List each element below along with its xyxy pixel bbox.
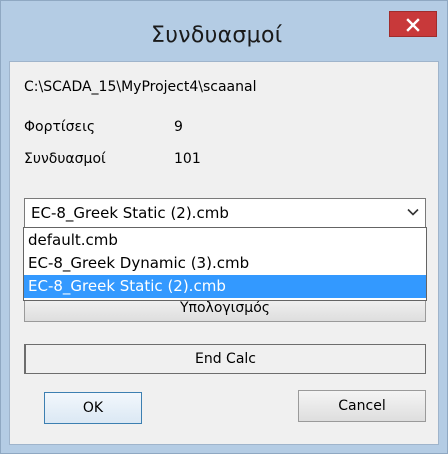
loads-value: 9 bbox=[174, 119, 183, 135]
loads-label: Φορτίσεις bbox=[24, 119, 96, 135]
combinations-value: 101 bbox=[174, 151, 201, 167]
combo-dropdown-list: default.cmb EC-8_Greek Dynamic (3).cmb E… bbox=[23, 227, 427, 301]
dropdown-option[interactable]: EC-8_Greek Dynamic (3).cmb bbox=[24, 252, 426, 275]
title-bar[interactable]: Συνδυασμοί bbox=[1, 1, 447, 48]
close-icon bbox=[406, 18, 420, 32]
project-path: C:\SCADA_15\MyProject4\scaanal bbox=[24, 79, 257, 95]
close-button[interactable] bbox=[389, 11, 437, 37]
combo-selected-value: EC-8_Greek Static (2).cmb bbox=[31, 204, 229, 222]
chevron-down-icon[interactable] bbox=[407, 208, 419, 217]
dialog-body: C:\SCADA_15\MyProject4\scaanal Φορτίσεις… bbox=[9, 61, 439, 445]
combinations-label: Συνδυασμοί bbox=[24, 151, 106, 167]
end-calc-button[interactable]: End Calc bbox=[24, 344, 426, 374]
ok-button[interactable]: OK bbox=[44, 392, 142, 424]
window-title: Συνδυασμοί bbox=[151, 23, 283, 48]
cancel-button[interactable]: Cancel bbox=[298, 390, 426, 422]
combination-file-select[interactable]: EC-8_Greek Static (2).cmb bbox=[24, 198, 426, 228]
dialog-window: Συνδυασμοί C:\SCADA_15\MyProject4\scaana… bbox=[0, 0, 448, 454]
dropdown-option-selected[interactable]: EC-8_Greek Static (2).cmb bbox=[24, 275, 426, 298]
dropdown-option[interactable]: default.cmb bbox=[24, 229, 426, 252]
